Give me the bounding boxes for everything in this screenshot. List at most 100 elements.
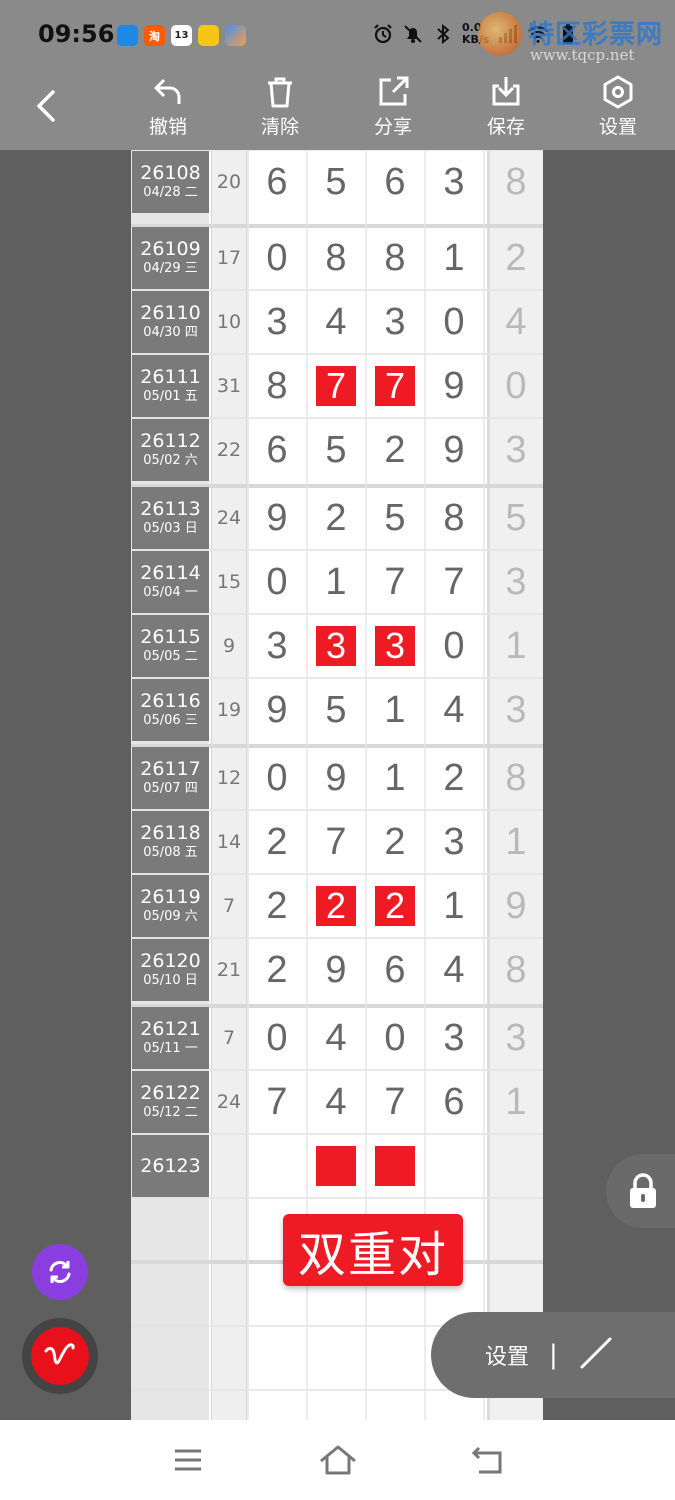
share-button[interactable]: 分享: [353, 72, 433, 150]
digit-cell[interactable]: 1: [425, 874, 483, 938]
digit-cell[interactable]: 2: [366, 418, 424, 482]
digit-cell[interactable]: 6: [248, 150, 306, 214]
digit-cell[interactable]: 2: [248, 810, 306, 874]
digit-cell[interactable]: 5: [307, 678, 365, 742]
digit-cell[interactable]: 5: [307, 150, 365, 214]
digit-cell[interactable]: 9: [307, 938, 365, 1002]
pattern-stamp[interactable]: 双重对: [283, 1214, 463, 1286]
digit-cell[interactable]: 8: [248, 354, 306, 418]
clear-button[interactable]: 清除: [240, 72, 320, 150]
digit-cell[interactable]: 6: [425, 1070, 483, 1134]
digit-cell[interactable]: 7: [366, 550, 424, 614]
digit-cell[interactable]: 2: [307, 486, 365, 550]
digit-cell[interactable]: [425, 1134, 483, 1198]
digit-cell[interactable]: 5: [366, 486, 424, 550]
digit-cell[interactable]: 3: [366, 290, 424, 354]
draw-settings-panel[interactable]: 设置 |: [431, 1312, 675, 1398]
issue-date: 04/29 三: [143, 261, 198, 276]
digit-cell[interactable]: 9: [248, 678, 306, 742]
digit-cell[interactable]: 0: [425, 290, 483, 354]
digit-cell[interactable]: [366, 1134, 424, 1198]
table-row[interactable]: 26113 05/03 日 24 9 2 5 8 5: [131, 486, 543, 550]
digit-cell[interactable]: [307, 1134, 365, 1198]
digit-cell[interactable]: 9: [425, 354, 483, 418]
table-row[interactable]: 26121 05/11 一704033: [131, 1006, 543, 1070]
digit-cell[interactable]: 3: [425, 150, 483, 214]
digit-cell[interactable]: 3: [307, 614, 365, 678]
digit-cell[interactable]: 9: [248, 486, 306, 550]
table-row[interactable]: 26108 04/28 二 20 6 5 6 3 8: [131, 150, 543, 214]
table-row[interactable]: 26114 05/04 一 15 0 1 7 7 3: [131, 550, 543, 614]
lock-button[interactable]: [606, 1154, 675, 1228]
digit-cell[interactable]: 9: [307, 746, 365, 810]
table-row[interactable]: 26118 05/08 五 14 2 7 2 3 1: [131, 810, 543, 874]
digit-cell[interactable]: 1: [366, 678, 424, 742]
digit-cell[interactable]: 7: [366, 1070, 424, 1134]
table-row[interactable]: 26109 04/29 三 17 0 8 8 1 2: [131, 226, 543, 290]
digit-cell[interactable]: 0: [425, 614, 483, 678]
digit-cell[interactable]: 9: [425, 418, 483, 482]
digit-cell[interactable]: 0: [248, 226, 306, 290]
menu-button[interactable]: [168, 1442, 208, 1478]
home-button[interactable]: [318, 1442, 358, 1478]
digit-cell[interactable]: 8: [425, 486, 483, 550]
table-row[interactable]: 26111 05/01 五 31 8 7 7 9 0: [131, 354, 543, 418]
pen-button[interactable]: [22, 1318, 98, 1394]
digit-cell[interactable]: 2: [248, 874, 306, 938]
digit-cell[interactable]: 6: [366, 150, 424, 214]
table-row[interactable]: 26112 05/02 六 22 6 5 2 9 3: [131, 418, 543, 482]
refresh-button[interactable]: [32, 1244, 88, 1300]
digit-cell[interactable]: 5: [307, 418, 365, 482]
digit-cell[interactable]: 2: [425, 746, 483, 810]
digit-cell[interactable]: 4: [425, 938, 483, 1002]
back-button[interactable]: [26, 86, 66, 126]
digit-cell[interactable]: 0: [248, 1006, 306, 1070]
undo-button[interactable]: 撤销: [128, 72, 208, 150]
digit-cell[interactable]: 4: [307, 1070, 365, 1134]
digit-cell[interactable]: 6: [366, 938, 424, 1002]
digit-cell[interactable]: 2: [248, 938, 306, 1002]
digit-cell[interactable]: 3: [248, 614, 306, 678]
line-tool-icon[interactable]: [578, 1335, 614, 1375]
digit-cell[interactable]: 0: [366, 1006, 424, 1070]
table-row[interactable]: 26122 05/12 二 24 7 4 7 6 1: [131, 1070, 543, 1134]
digit-cell[interactable]: [248, 1134, 306, 1198]
save-button[interactable]: 保存: [466, 72, 546, 150]
digit-cell[interactable]: 4: [307, 1006, 365, 1070]
digit-cell[interactable]: 7: [307, 810, 365, 874]
digit-cell[interactable]: 8: [366, 226, 424, 290]
draw-settings-label[interactable]: 设置: [485, 1339, 529, 1371]
digit-cell[interactable]: 3: [425, 810, 483, 874]
table-row[interactable]: 26117 05/07 四 12 0 9 1 2 8: [131, 746, 543, 810]
digit-cell[interactable]: 0: [248, 550, 306, 614]
digit-cell[interactable]: 8: [307, 226, 365, 290]
calendar-icon: 13: [171, 25, 192, 46]
digit-cell[interactable]: 0: [248, 746, 306, 810]
digit-cell[interactable]: 2: [307, 874, 365, 938]
table-row[interactable]: 26123: [131, 1134, 543, 1198]
digit-cell[interactable]: 3: [366, 614, 424, 678]
digit-cell[interactable]: 7: [248, 1070, 306, 1134]
pen-button-inner[interactable]: [31, 1327, 89, 1385]
settings-button[interactable]: 设置: [578, 72, 658, 150]
digit-cell[interactable]: 4: [307, 290, 365, 354]
digit-cell[interactable]: 1: [425, 226, 483, 290]
digit-cell[interactable]: 7: [366, 354, 424, 418]
table-row[interactable]: 26119 05/09 六722219: [131, 874, 543, 938]
digit-cell[interactable]: 1: [307, 550, 365, 614]
digit-cell[interactable]: 2: [366, 874, 424, 938]
digit-cell[interactable]: 7: [425, 550, 483, 614]
digit-cell[interactable]: 2: [366, 810, 424, 874]
digit-cell[interactable]: 1: [366, 746, 424, 810]
back-nav-button[interactable]: [468, 1442, 508, 1478]
digit-cell[interactable]: 4: [425, 678, 483, 742]
issue-cell: 26110 04/30 四: [132, 291, 209, 353]
table-row[interactable]: 26110 04/30 四 10 3 4 3 0 4: [131, 290, 543, 354]
digit-cell[interactable]: 7: [307, 354, 365, 418]
table-row[interactable]: 26120 05/10 日 21 2 9 6 4 8: [131, 938, 543, 1002]
table-row[interactable]: 26115 05/05 二933301: [131, 614, 543, 678]
table-row[interactable]: 26116 05/06 三 19 9 5 1 4 3: [131, 678, 543, 742]
digit-cell[interactable]: 3: [425, 1006, 483, 1070]
digit-cell[interactable]: 3: [248, 290, 306, 354]
digit-cell[interactable]: 6: [248, 418, 306, 482]
